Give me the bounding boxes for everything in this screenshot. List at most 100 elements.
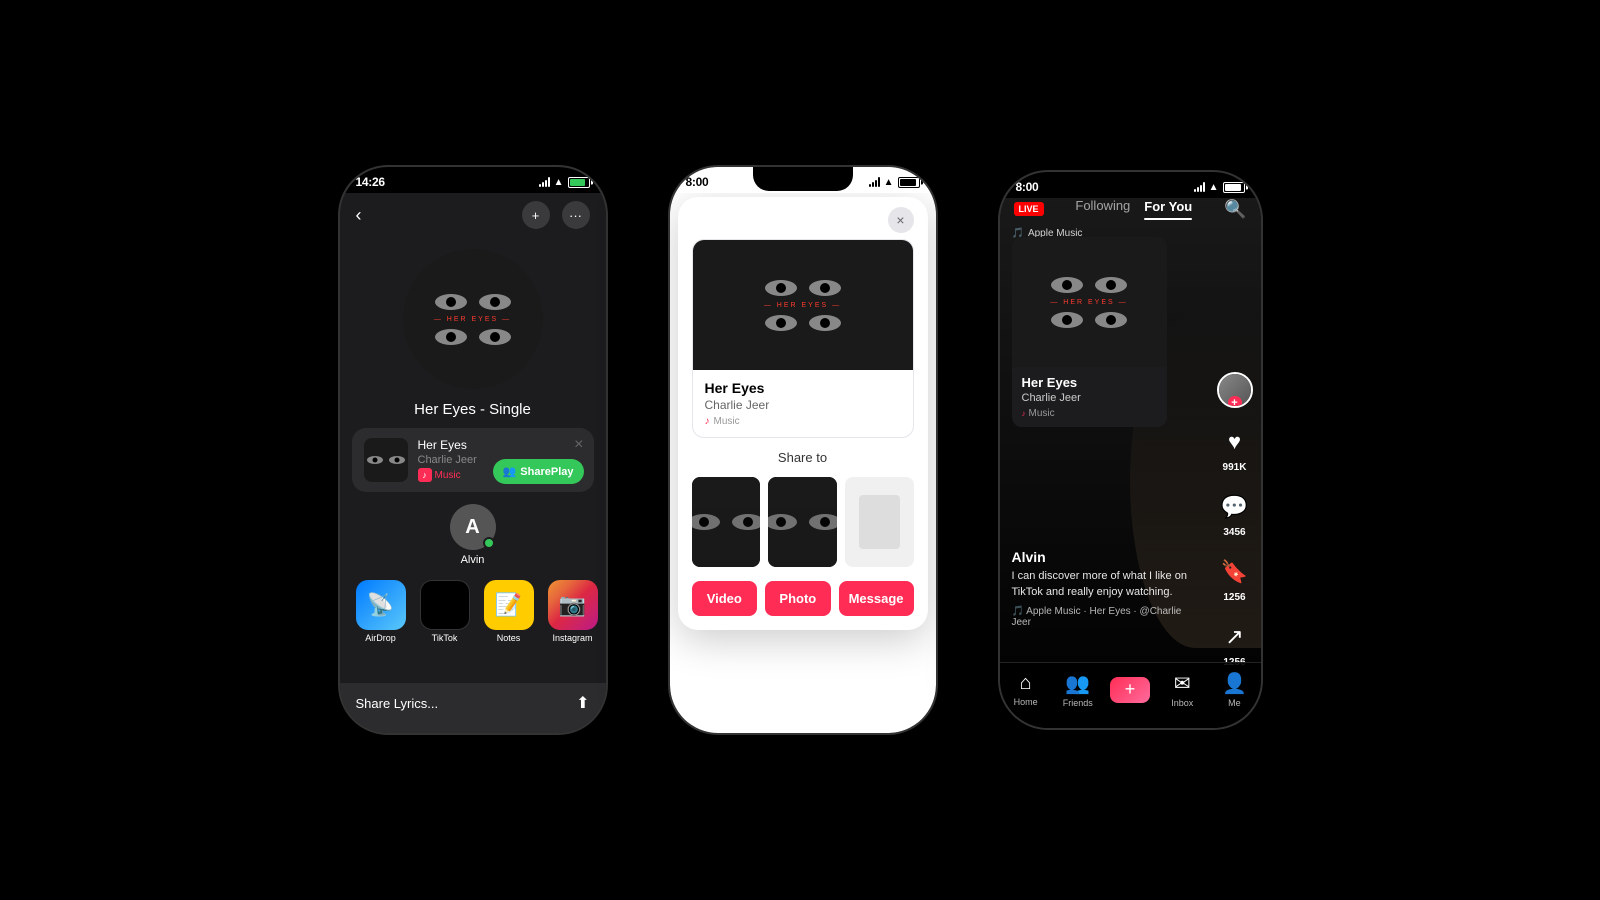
shareplay-card: Her Eyes Charlie Jeer ♪ Music × 👥 ShareP… bbox=[352, 428, 594, 492]
back-button[interactable]: ‹ bbox=[356, 205, 362, 226]
left-eye bbox=[435, 294, 467, 310]
live-badge-dark: LIVE bbox=[1014, 202, 1044, 216]
username: Alvin bbox=[461, 554, 485, 566]
home-nav-item[interactable]: ⌂ Home bbox=[1000, 672, 1052, 707]
song-info: Her Eyes Charlie Jeer ♪ Music bbox=[693, 370, 913, 437]
user-section: A Alvin bbox=[340, 504, 606, 566]
more-button[interactable]: ··· bbox=[562, 201, 590, 229]
share-button[interactable]: ↗ 1256 bbox=[1217, 619, 1253, 668]
instagram-app[interactable]: 📷 Instagram bbox=[548, 580, 598, 643]
like-count: 991K bbox=[1223, 462, 1247, 473]
album-art-eyes: — HER EYES — bbox=[1012, 237, 1167, 367]
shareplay-button[interactable]: 👥 SharePlay bbox=[493, 459, 584, 484]
following-tab-dark[interactable]: Following bbox=[1075, 198, 1130, 220]
modal-close-button[interactable]: × bbox=[888, 207, 914, 233]
search-icon-dark[interactable]: 🔍 bbox=[1224, 199, 1246, 220]
phone-3-screen: 8:00 ▲ LIVE Fo bbox=[1000, 172, 1261, 728]
phone-3-status-bar: 8:00 ▲ bbox=[1000, 172, 1261, 198]
notes-icon: 📝 bbox=[484, 580, 534, 630]
tiktok-app[interactable]: ♪ TikTok bbox=[420, 580, 470, 643]
share-icon[interactable]: ⬆ bbox=[576, 693, 589, 713]
like-button[interactable]: ♥ 991K bbox=[1217, 424, 1253, 473]
user-info: Alvin I can discover more of what I like… bbox=[1012, 549, 1191, 628]
inbox-nav-item[interactable]: ✉ Inbox bbox=[1156, 671, 1208, 708]
me-icon: 👤 bbox=[1222, 671, 1247, 696]
comment-icon: 💬 bbox=[1217, 489, 1253, 525]
platform-name: Music bbox=[714, 416, 740, 427]
phone-3-time: 8:00 bbox=[1016, 180, 1039, 194]
inbox-label: Inbox bbox=[1171, 698, 1193, 708]
phone-2: 8:00 ▲ LIVE Fo bbox=[668, 165, 938, 735]
battery-icon-2 bbox=[898, 177, 920, 188]
for-you-tab-dark[interactable]: For You bbox=[1144, 199, 1192, 214]
share-apps: 📡 AirDrop ♪ TikTok 📝 Notes 📷 Instagram bbox=[340, 574, 606, 649]
airdrop-icon: 📡 bbox=[356, 580, 406, 630]
album-art: — HER EYES — bbox=[403, 249, 543, 389]
preview-3 bbox=[859, 495, 900, 549]
phone-2-screen: 8:00 ▲ LIVE Fo bbox=[670, 167, 936, 733]
album-artist: Charlie Jeer bbox=[1022, 392, 1157, 404]
share-modal: × — HER EYES — bbox=[678, 197, 928, 630]
shareplay-icon: 👥 bbox=[503, 465, 517, 478]
message-preview bbox=[845, 477, 914, 567]
me-nav-item[interactable]: 👤 Me bbox=[1208, 671, 1260, 708]
instagram-label: Instagram bbox=[552, 633, 592, 643]
comment-count: 3456 bbox=[1223, 527, 1245, 538]
music-icon: ♪ bbox=[418, 468, 432, 482]
video-preview bbox=[692, 477, 761, 567]
bookmark-count: 1256 bbox=[1223, 592, 1245, 603]
create-nav-item[interactable]: + bbox=[1104, 677, 1156, 703]
share-lyrics-bar: Share Lyrics... ⬆ bbox=[340, 683, 606, 733]
airdrop-label: AirDrop bbox=[365, 633, 396, 643]
song-red-text: — HER EYES — bbox=[434, 316, 511, 323]
preview-2 bbox=[768, 477, 837, 567]
signal-icon bbox=[539, 177, 550, 187]
heart-icon: ♥ bbox=[1217, 424, 1253, 460]
wifi-icon-2: ▲ bbox=[884, 177, 894, 188]
nav-icons: + ··· bbox=[522, 201, 590, 229]
album-info: Her Eyes Charlie Jeer ♪ Music bbox=[1012, 367, 1167, 427]
signal-icon-3 bbox=[1194, 182, 1205, 192]
share-to-label: Share to bbox=[678, 450, 928, 465]
share-icon-dark: ↗ bbox=[1217, 619, 1253, 655]
message-button[interactable]: Message bbox=[839, 581, 914, 616]
wifi-icon-3: ▲ bbox=[1209, 182, 1219, 193]
phone-1-nav: ‹ + ··· bbox=[340, 193, 606, 237]
friends-label: Friends bbox=[1063, 698, 1093, 708]
right-eye-2 bbox=[479, 329, 511, 345]
phone-3: 8:00 ▲ LIVE Fo bbox=[998, 170, 1263, 730]
video-button[interactable]: Video bbox=[692, 581, 758, 616]
battery-icon bbox=[568, 177, 590, 188]
tiktok-icon: ♪ bbox=[420, 580, 470, 630]
photo-button[interactable]: Photo bbox=[765, 581, 831, 616]
music-tag: 🎵 Apple Music · Her Eyes · @Charlie Jeer bbox=[1012, 606, 1191, 628]
friends-nav-item[interactable]: 👥 Friends bbox=[1052, 671, 1104, 708]
album-art-dark: — HER EYES — bbox=[1012, 237, 1167, 367]
phone-2-status-icons: ▲ bbox=[869, 177, 920, 188]
photo-preview bbox=[768, 477, 837, 567]
card-album-art bbox=[364, 438, 408, 482]
notes-label: Notes bbox=[497, 633, 521, 643]
song-title: Her Eyes - Single bbox=[340, 401, 606, 418]
phone-1-time: 14:26 bbox=[356, 175, 385, 189]
album-art-image: — HER EYES — bbox=[403, 249, 543, 389]
bookmark-button[interactable]: 🔖 1256 bbox=[1217, 554, 1253, 603]
instagram-icon: 📷 bbox=[548, 580, 598, 630]
airdrop-app[interactable]: 📡 AirDrop bbox=[356, 580, 406, 643]
creator-avatar-action[interactable]: + bbox=[1217, 372, 1253, 408]
share-buttons: Video Photo Message bbox=[678, 581, 928, 630]
comment-button[interactable]: 💬 3456 bbox=[1217, 489, 1253, 538]
modal-song-name: Her Eyes bbox=[705, 380, 901, 396]
phone-1-status-icons: ▲ bbox=[539, 177, 590, 188]
user-avatar[interactable]: A bbox=[450, 504, 496, 550]
modal-header: × bbox=[678, 197, 928, 239]
bottom-navigation: ⌂ Home 👥 Friends + ✉ Inbox 👤 Me bbox=[1000, 662, 1261, 728]
signal-icon-2 bbox=[869, 177, 880, 187]
album-title: Her Eyes bbox=[1022, 375, 1157, 390]
me-label: Me bbox=[1228, 698, 1241, 708]
notes-app[interactable]: 📝 Notes bbox=[484, 580, 534, 643]
video-caption: I can discover more of what I like on Ti… bbox=[1012, 569, 1191, 600]
share-lyrics-text[interactable]: Share Lyrics... bbox=[356, 696, 439, 711]
video-username[interactable]: Alvin bbox=[1012, 549, 1191, 565]
add-button[interactable]: + bbox=[522, 201, 550, 229]
